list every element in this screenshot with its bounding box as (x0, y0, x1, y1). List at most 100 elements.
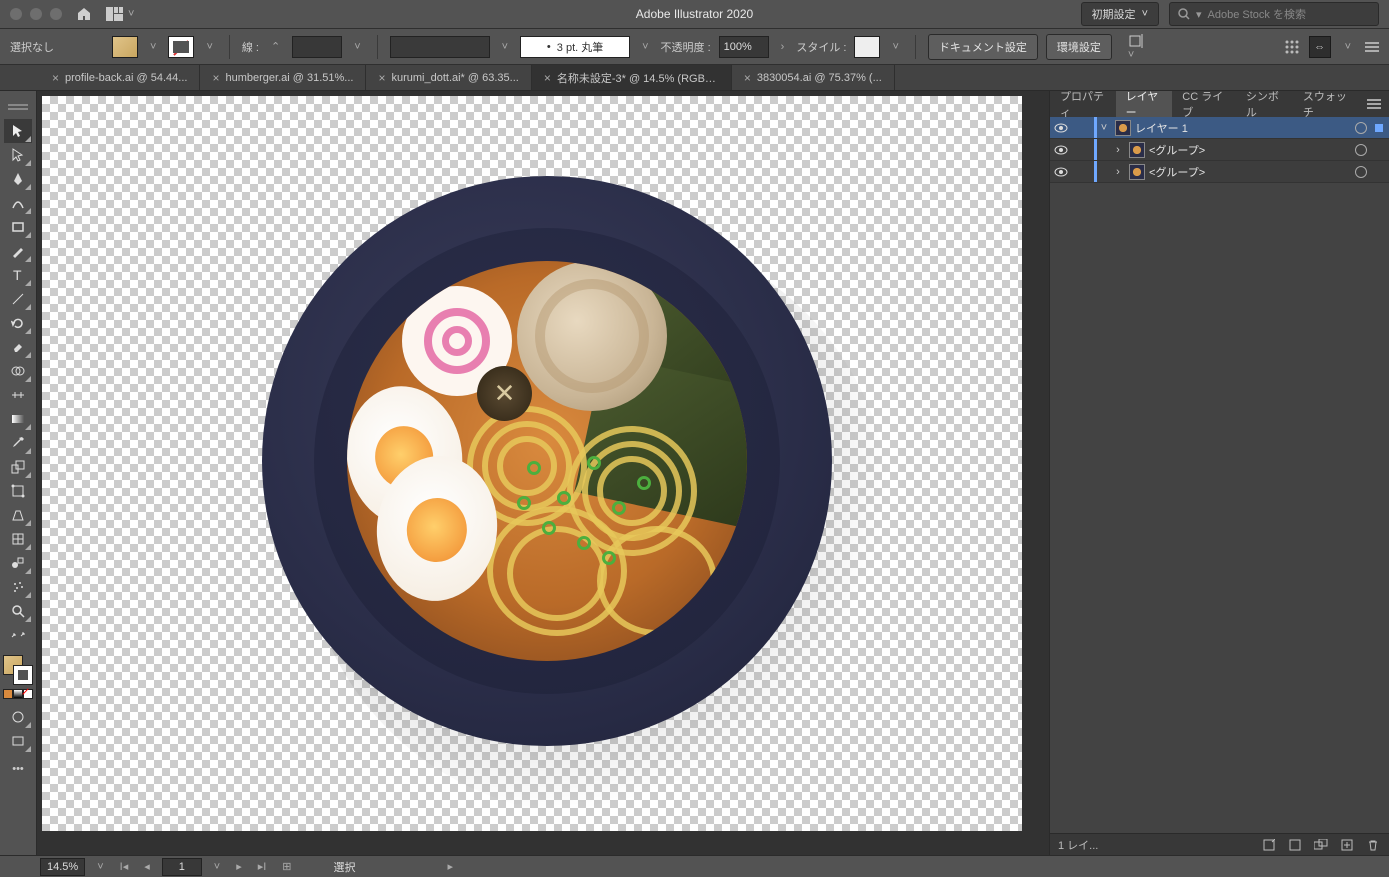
panel-menu-icon[interactable] (1359, 91, 1389, 117)
grid-icon[interactable] (1285, 40, 1299, 54)
make-clipping-mask-icon[interactable] (1287, 837, 1303, 853)
layer-row[interactable]: › <グループ> (1050, 161, 1389, 183)
fill-stroke-indicator[interactable] (3, 655, 33, 685)
delete-layer-icon[interactable] (1365, 837, 1381, 853)
next-artboard-icon[interactable]: ▸ (232, 860, 246, 873)
rectangle-tool[interactable] (4, 215, 32, 239)
preferences-button[interactable]: 環境設定 (1046, 34, 1112, 60)
close-icon[interactable]: × (212, 71, 219, 85)
status-menu-icon[interactable]: ▸ (444, 860, 458, 873)
type-tool[interactable]: T (4, 263, 32, 287)
brush-field[interactable]: •3 pt. 丸筆 (520, 36, 630, 58)
toolbar-grip[interactable] (4, 95, 32, 119)
selection-tool[interactable] (4, 119, 32, 143)
artboard-nav-icon[interactable]: ⊞ (278, 860, 295, 873)
panel-menu-icon[interactable] (1365, 41, 1379, 53)
rotate-tool[interactable] (4, 311, 32, 335)
disclosure-icon[interactable]: › (1111, 166, 1125, 178)
layer-thumbnail (1115, 120, 1131, 136)
disclosure-icon[interactable]: ˅ (1097, 122, 1111, 134)
locate-object-icon[interactable] (1261, 837, 1277, 853)
target-icon[interactable] (1355, 144, 1367, 156)
line-tool[interactable] (4, 287, 32, 311)
doc-tab-1[interactable]: ×humberger.ai @ 31.51%... (200, 65, 366, 90)
doc-tab-3[interactable]: ×名称未設定-3* @ 14.5% (RGB/GPU プレビュー) (532, 65, 732, 90)
eyedropper-tool[interactable] (4, 431, 32, 455)
close-icon[interactable]: × (544, 71, 551, 85)
curvature-tool[interactable] (4, 191, 32, 215)
document-setup-button[interactable]: ドキュメント設定 (928, 34, 1038, 60)
panel-tab-properties[interactable]: プロパティ (1050, 91, 1116, 117)
titlebar: ˅ Adobe Illustrator 2020 初期設定 ˅ ▾ Adobe … (0, 0, 1389, 28)
transform-panel-icon[interactable]: ⇔ (1309, 36, 1331, 58)
prev-artboard-icon[interactable]: ◂ (140, 860, 154, 873)
eraser-tool[interactable] (4, 335, 32, 359)
shape-builder-tool[interactable] (4, 359, 32, 383)
panel-tab-swatches[interactable]: スウォッチ (1293, 91, 1359, 117)
stroke-swatch[interactable] (168, 36, 194, 58)
layer-name[interactable]: <グループ> (1149, 164, 1355, 180)
doc-tab-0[interactable]: ×profile-back.ai @ 54.44... (40, 65, 200, 90)
workspace-dropdown[interactable]: 初期設定 ˅ (1081, 2, 1159, 26)
var-width-profile[interactable] (390, 36, 490, 58)
new-layer-icon[interactable] (1339, 837, 1355, 853)
perspective-tool[interactable] (4, 503, 32, 527)
opacity-arrow[interactable]: › (777, 41, 789, 53)
stroke-weight-up[interactable]: ˅ (350, 41, 364, 53)
minimize-window[interactable] (30, 8, 42, 20)
free-transform-tool[interactable] (4, 479, 32, 503)
first-artboard-icon[interactable]: I◂ (116, 860, 133, 873)
zoom-window[interactable] (50, 8, 62, 20)
artboard-number-field[interactable]: 1 (162, 858, 202, 876)
visibility-icon[interactable] (1050, 167, 1072, 177)
layer-row[interactable]: › <グループ> (1050, 139, 1389, 161)
gradient-tool[interactable] (4, 407, 32, 431)
last-artboard-icon[interactable]: ▸I (254, 860, 271, 873)
arrange-documents-icon[interactable]: ˅ (106, 7, 134, 21)
edit-toolbar[interactable]: ••• (4, 757, 32, 781)
stroke-weight-field[interactable] (292, 36, 342, 58)
layer-name[interactable]: <グループ> (1149, 142, 1355, 158)
disclosure-icon[interactable]: › (1111, 144, 1125, 156)
doc-tab-2[interactable]: ×kurumi_dott.ai* @ 63.35... (366, 65, 531, 90)
symbol-sprayer-tool[interactable] (4, 575, 32, 599)
pen-tool[interactable] (4, 167, 32, 191)
color-mode-row[interactable] (3, 689, 33, 699)
panel-tab-symbols[interactable]: シンボル (1236, 91, 1293, 117)
visibility-icon[interactable] (1050, 123, 1072, 133)
target-icon[interactable] (1355, 166, 1367, 178)
layer-name[interactable]: レイヤー 1 (1135, 120, 1355, 136)
style-swatch[interactable] (854, 36, 880, 58)
panel-tab-cc-libraries[interactable]: CC ライブ (1172, 91, 1236, 117)
direct-selection-tool[interactable] (4, 143, 32, 167)
toggle-fill-stroke[interactable] (4, 623, 32, 647)
home-icon[interactable] (76, 6, 92, 22)
opacity-field[interactable]: 100% (719, 36, 769, 58)
close-icon[interactable]: × (378, 71, 385, 85)
scale-tool[interactable] (4, 455, 32, 479)
layer-row[interactable]: ˅ レイヤー 1 (1050, 117, 1389, 139)
doc-tab-4[interactable]: ×3830054.ai @ 75.37% (... (732, 65, 895, 90)
draw-mode[interactable] (4, 705, 32, 729)
paintbrush-tool[interactable] (4, 239, 32, 263)
visibility-icon[interactable] (1050, 145, 1072, 155)
width-tool[interactable] (4, 383, 32, 407)
blend-tool[interactable] (4, 551, 32, 575)
fill-swatch[interactable] (112, 36, 138, 58)
stock-search[interactable]: ▾ Adobe Stock を検索 (1169, 2, 1379, 26)
canvas[interactable]: ✕ (37, 91, 1049, 855)
stroke-dropdown[interactable]: ˅ (202, 41, 216, 53)
stroke-weight-down[interactable]: ⌃ (267, 40, 284, 53)
close-icon[interactable]: × (744, 71, 751, 85)
zoom-field[interactable]: 14.5% (40, 858, 85, 876)
close-window[interactable] (10, 8, 22, 20)
new-sublayer-icon[interactable] (1313, 837, 1329, 853)
panel-tab-layers[interactable]: レイヤー (1116, 91, 1173, 117)
mesh-tool[interactable] (4, 527, 32, 551)
close-icon[interactable]: × (52, 71, 59, 85)
align-to-icon[interactable]: ˅ (1124, 33, 1150, 61)
fill-dropdown[interactable]: ˅ (146, 41, 160, 53)
screen-mode[interactable] (4, 729, 32, 753)
target-icon[interactable] (1355, 122, 1367, 134)
zoom-tool[interactable] (4, 599, 32, 623)
